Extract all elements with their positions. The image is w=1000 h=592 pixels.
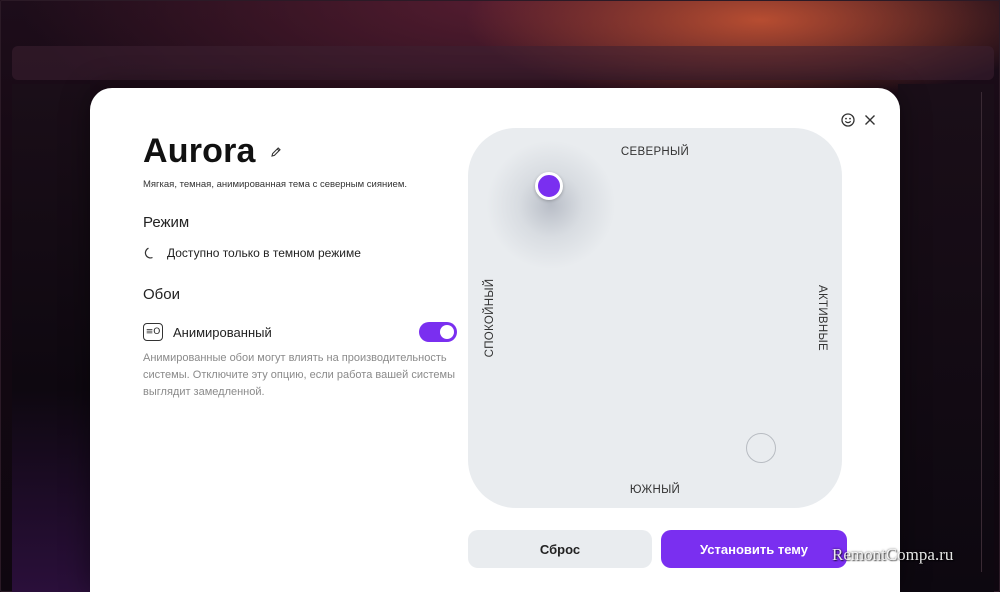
title-row: Aurora [143,132,282,171]
mode-heading: Режим [143,214,190,231]
pad-label-east: АКТИВНЫЕ [816,285,828,351]
animated-wallpaper-row: ≡O Анимированный [143,322,457,342]
background-left [12,84,90,592]
moon-icon [143,246,157,260]
animated-label: Анимированный [173,324,272,340]
mood-pad[interactable]: СЕВЕРНЫЙ ЮЖНЫЙ СПОКОЙНЫЙ АКТИВНЫЕ [468,128,842,508]
dialog-actions [840,112,878,128]
smile-icon[interactable] [840,112,856,128]
theme-title: Aurora [143,132,256,170]
browser-toolbar [12,46,994,80]
wallpaper-heading: Обои [143,286,180,303]
theme-subtitle: Мягкая, темная, анимированная тема с сев… [143,179,407,190]
reset-button[interactable]: Сброс [468,530,652,568]
scrollbar[interactable] [981,92,992,572]
mode-row: Доступно только в темном режиме [143,246,361,260]
mode-value: Доступно только в темном режиме [167,246,361,260]
toggle-knob [440,325,454,339]
wallpaper-description: Анимированные обои могут влиять на произ… [143,352,456,398]
animated-toggle[interactable] [419,322,457,342]
pad-label-south: ЮЖНЫЙ [629,484,681,496]
pad-label-north: СЕВЕРНЫЙ [620,146,690,158]
pad-glow [486,140,616,270]
mood-selector-handle[interactable] [535,172,563,200]
wallpaper-icon: ≡O [143,323,163,341]
theme-dialog: Aurora Мягкая, темная, анимированная тем… [90,88,900,592]
pencil-icon[interactable] [270,146,282,158]
mood-secondary-point[interactable] [746,433,776,463]
background-right [898,84,994,592]
apply-theme-button[interactable]: Установить тему [661,530,847,568]
pad-label-west: СПОКОЙНЫЙ [484,278,496,358]
close-icon[interactable] [862,112,878,128]
watermark: RemontCompa.ru [832,545,954,564]
